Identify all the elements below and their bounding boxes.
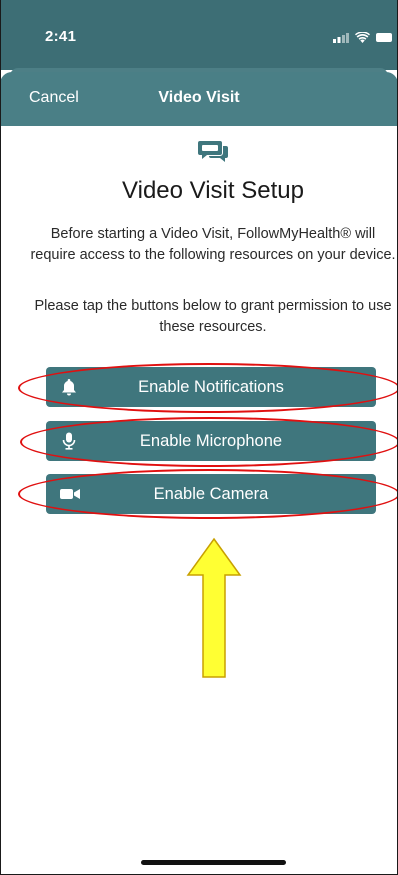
status-bar: 2:41 [0,0,398,70]
enable-notifications-label: Enable Notifications [138,377,284,396]
enable-camera-label: Enable Camera [153,484,269,503]
status-time: 2:41 [45,28,77,45]
up-arrow-annotation [186,537,242,679]
page-title: Video Visit Setup [122,177,304,204]
enable-notifications-button[interactable]: Enable Notifications [46,367,376,407]
battery-icon [376,30,392,48]
enable-camera-button[interactable]: Enable Camera [46,474,376,514]
chat-bubbles-icon [198,140,228,162]
nav-title: Video Visit [158,89,240,106]
nav-bar: Cancel Video Visit [0,72,398,126]
enable-microphone-button[interactable]: Enable Microphone [46,421,376,461]
setup-description: Before starting a Video Visit, FollowMyH… [30,226,396,263]
wifi-icon [355,30,370,48]
setup-instruction: Please tap the buttons below to grant pe… [34,298,392,335]
frame-border [0,0,1,875]
signal-icon [333,30,349,48]
home-indicator[interactable] [141,860,286,865]
video-camera-icon [60,485,80,503]
microphone-icon [60,432,78,450]
enable-microphone-label: Enable Microphone [139,431,283,450]
status-icons [333,30,392,48]
screenshot-frame: 2:41 Cancel Video Visit Video Visit Setu… [0,0,398,875]
bell-icon [60,378,78,396]
